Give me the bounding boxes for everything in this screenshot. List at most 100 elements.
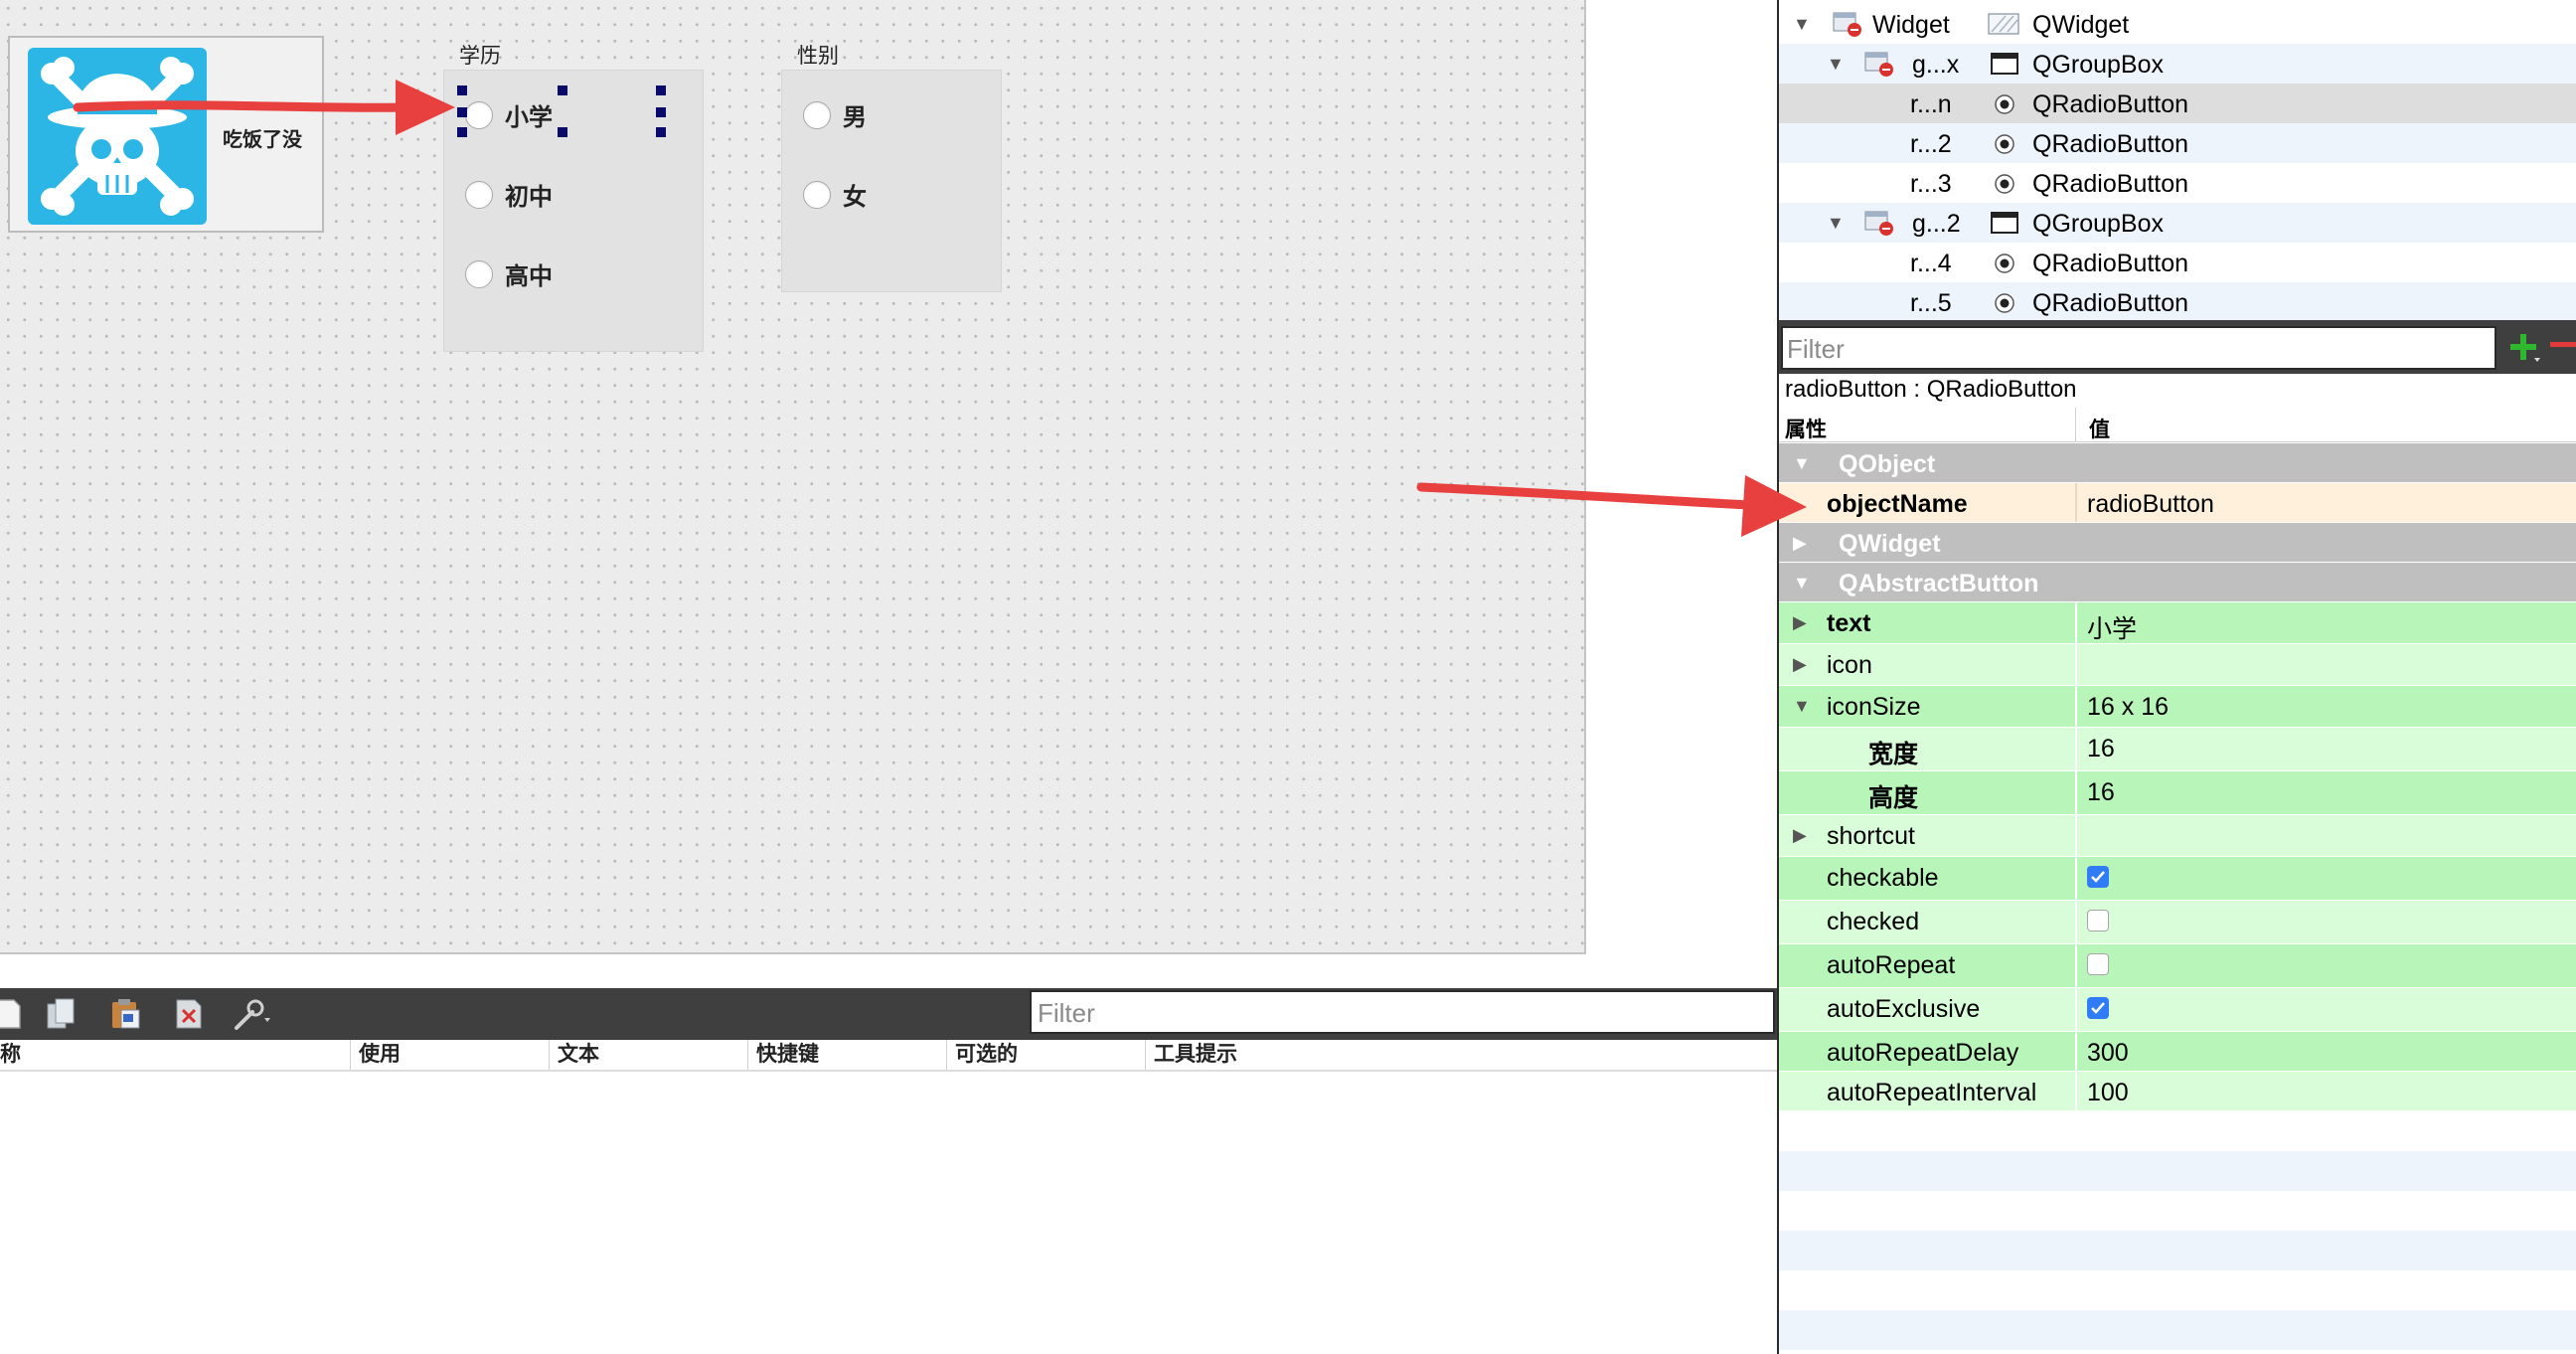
col-header-used[interactable]: 使用 (350, 1040, 549, 1070)
expand-arrow-icon[interactable]: ▶ (1793, 825, 1807, 846)
prop-row-autorepeat[interactable]: autoRepeat (1779, 944, 2576, 988)
col-divider (2075, 483, 2077, 522)
copy-action-icon[interactable] (44, 996, 80, 1032)
col-header-value[interactable]: 值 (2089, 414, 2110, 443)
collapse-arrow-icon[interactable]: ▼ (1793, 14, 1811, 35)
avatar-tool-button[interactable]: 吃饭了没 (8, 36, 324, 233)
expand-arrow-icon[interactable]: ▶ (1793, 533, 1807, 554)
radio-indicator (803, 100, 831, 129)
qwidget-class-icon (1988, 13, 2019, 35)
remove-dynamic-property-icon[interactable] (2550, 342, 2576, 347)
prop-row-checkable[interactable]: checkable (1779, 857, 2576, 901)
prop-row-objectname[interactable]: objectName radioButton (1779, 483, 2576, 523)
prop-value[interactable]: 16 (2087, 778, 2115, 807)
radio-indicator (465, 259, 493, 288)
prop-value[interactable]: 16 x 16 (2087, 693, 2169, 722)
prop-row-shortcut[interactable]: ▶ shortcut (1779, 815, 2576, 857)
collapse-arrow-icon[interactable]: ▼ (1793, 453, 1811, 474)
tree-row-widget[interactable]: ▼ Widget QWidget (1779, 4, 2576, 44)
radio-indicator (465, 100, 493, 129)
section-label: QObject (1839, 450, 1936, 478)
checked-checkbox[interactable] (2087, 910, 2109, 931)
prop-value[interactable]: 100 (2087, 1079, 2129, 1107)
prop-row-iconsize[interactable]: ▼ iconSize 16 x 16 (1779, 686, 2576, 728)
prop-row-autorepeatinterval[interactable]: autoRepeatInterval 100 (1779, 1072, 2576, 1111)
form-design-canvas[interactable]: 吃饭了没 学历 小学 初中 高中 性别 男 女 (0, 0, 1586, 954)
tree-row-radio-4[interactable]: r...4 QRadioButton (1779, 243, 2576, 282)
property-filter-input[interactable]: Filter (1781, 326, 2496, 370)
selection-handle[interactable] (457, 85, 467, 95)
empty-row-stripe (1779, 1231, 2576, 1270)
tree-object-class: QRadioButton (2032, 289, 2189, 317)
radio-button-icon (1995, 254, 2014, 273)
radio-indicator (465, 180, 493, 209)
collapse-arrow-icon[interactable]: ▼ (1827, 54, 1845, 75)
col-divider (2075, 944, 2077, 987)
paste-action-icon[interactable] (107, 996, 143, 1032)
radio-middle-school[interactable]: 初中 (465, 177, 553, 212)
section-qabstractbutton[interactable]: ▼ QAbstractButton (1779, 563, 2576, 602)
col-header-text[interactable]: 文本 (549, 1040, 747, 1070)
prop-value[interactable]: 16 (2087, 735, 2115, 763)
expand-arrow-icon[interactable]: ▶ (1793, 612, 1807, 633)
radio-female[interactable]: 女 (803, 177, 867, 212)
autoexclusive-checkbox[interactable] (2087, 997, 2109, 1019)
selection-handle[interactable] (656, 85, 666, 95)
collapse-arrow-icon[interactable]: ▼ (1827, 213, 1845, 234)
col-header-shortcut[interactable]: 快捷键 (747, 1040, 946, 1070)
radio-label: 男 (843, 104, 867, 131)
selection-handle[interactable] (656, 107, 666, 117)
col-header-property[interactable]: 属性 (1785, 414, 1827, 443)
tree-row-groupbox-1[interactable]: ▼ g...x QGroupBox (1779, 44, 2576, 84)
collapse-arrow-icon[interactable]: ▼ (1793, 696, 1811, 717)
radio-high-school[interactable]: 高中 (465, 256, 553, 291)
col-header-tooltip[interactable]: 工具提示 (1145, 1040, 1777, 1070)
autorepeat-checkbox[interactable] (2087, 953, 2109, 975)
col-divider (2075, 857, 2077, 900)
add-dynamic-property-icon[interactable] (2504, 328, 2542, 366)
prop-value[interactable]: 小学 (2087, 609, 2137, 645)
radio-male[interactable]: 男 (803, 97, 867, 132)
configure-wrench-icon[interactable] (231, 996, 278, 1032)
prop-key: icon (1827, 651, 1872, 679)
new-action-icon[interactable] (0, 996, 26, 1032)
action-filter-input[interactable]: Filter (1030, 990, 1775, 1034)
tree-row-radio-3[interactable]: r...3 QRadioButton (1779, 163, 2576, 203)
prop-row-width[interactable]: 宽度 16 (1779, 728, 2576, 771)
prop-row-checked[interactable]: checked (1779, 901, 2576, 944)
prop-row-text[interactable]: ▶ text 小学 (1779, 602, 2576, 644)
radio-label: 女 (843, 184, 867, 211)
col-divider (2075, 988, 2077, 1031)
selection-handle[interactable] (457, 107, 467, 117)
selection-handle[interactable] (656, 127, 666, 137)
selection-handle[interactable] (558, 85, 567, 95)
col-header-checkable[interactable]: 可选的 (946, 1040, 1145, 1070)
tree-object-name: r...2 (1910, 130, 1952, 158)
prop-row-height[interactable]: 高度 16 (1779, 771, 2576, 815)
prop-row-autorepeatdelay[interactable]: autoRepeatDelay 300 (1779, 1032, 2576, 1072)
radio-label: 小学 (505, 104, 553, 131)
radio-label: 初中 (505, 184, 553, 211)
prop-value[interactable]: 300 (2087, 1039, 2129, 1068)
selection-handle[interactable] (457, 127, 467, 137)
tree-row-radio-n[interactable]: r...n QRadioButton (1779, 84, 2576, 123)
section-qobject[interactable]: ▼ QObject (1779, 443, 2576, 483)
collapse-arrow-icon[interactable]: ▼ (1793, 573, 1811, 593)
selection-handle[interactable] (558, 127, 567, 137)
radio-button-icon (1995, 174, 2014, 194)
checkable-checkbox[interactable] (2087, 866, 2109, 888)
prop-row-autoexclusive[interactable]: autoExclusive (1779, 988, 2576, 1032)
prop-row-icon[interactable]: ▶ icon (1779, 644, 2576, 686)
radio-button-icon (1995, 134, 2014, 154)
tree-row-radio-2[interactable]: r...2 QRadioButton (1779, 123, 2576, 163)
tree-row-radio-5[interactable]: r...5 QRadioButton (1779, 282, 2576, 322)
section-label: QWidget (1839, 530, 1941, 558)
prop-value[interactable]: radioButton (2087, 490, 2214, 519)
delete-action-icon[interactable] (171, 996, 207, 1032)
tree-row-groupbox-2[interactable]: ▼ g...2 QGroupBox (1779, 203, 2576, 243)
radio-primary-school[interactable]: 小学 (465, 97, 553, 132)
col-divider (2075, 686, 2077, 727)
col-header-name[interactable]: 称 (0, 1040, 350, 1070)
section-qwidget[interactable]: ▶ QWidget (1779, 523, 2576, 563)
expand-arrow-icon[interactable]: ▶ (1793, 654, 1807, 675)
